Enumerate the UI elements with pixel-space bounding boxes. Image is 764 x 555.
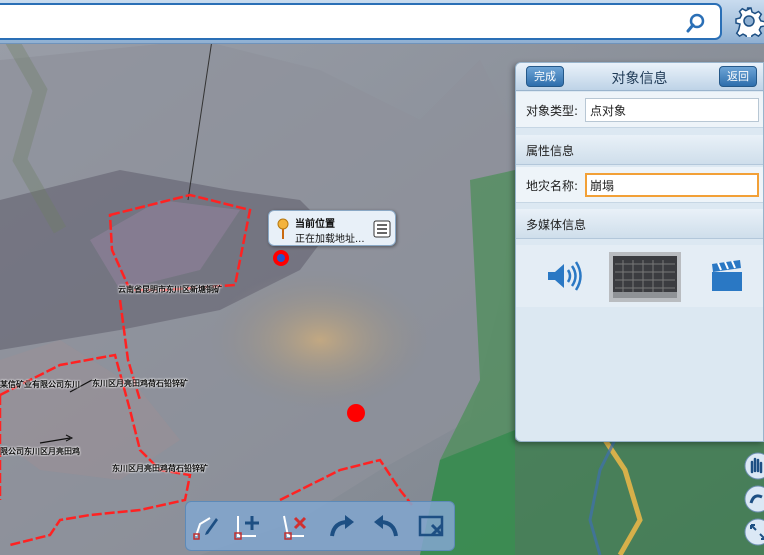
list-detail-icon[interactable] [373,220,391,238]
search-box[interactable] [0,3,722,40]
panel-header: 完成 对象信息 返回 [516,63,763,91]
map-label-mine-2: 某信矿业有限公司东川 [0,380,80,389]
search-icon[interactable] [684,11,708,35]
hazard-name-input[interactable]: 崩塌 [585,173,759,197]
map-label-mine-4: 东川区月亮田鸡荷石铅锌矿 [112,464,208,473]
back-button[interactable]: 返回 [719,66,757,87]
callout-subtitle: 正在加载地址... [295,234,365,245]
current-location-callout[interactable]: 当前位置 正在加载地址... [268,210,396,246]
map-label-mine-5: 限公司东川区月亮田鸡 [0,447,80,456]
top-bar [0,0,764,44]
media-section-label: 多媒体信息 [526,218,587,232]
object-type-field[interactable]: 点对象 [585,98,759,122]
map-label-mine-3: 东川区月亮田鸡荷石铅锌矿 [92,379,188,388]
photo-thumbnail[interactable] [609,252,681,302]
attributes-section-header: 属性信息 [516,135,763,165]
object-type-label: 对象类型: [526,104,579,118]
hazard-name-row: 地灾名称: 崩塌 [516,167,763,203]
object-type-row: 对象类型: 点对象 [516,92,763,128]
speaker-icon[interactable] [546,261,584,291]
gear-icon[interactable] [733,5,764,37]
hand-pan-alt-icon[interactable] [744,485,764,513]
map-label-mine-1: 云南省昆明市东川区新塘铜矿 [118,285,222,294]
clear-icon[interactable] [416,510,448,542]
hazard-name-label: 地灾名称: [526,179,579,193]
fullscreen-icon[interactable] [744,518,764,546]
object-info-panel: 完成 对象信息 返回 对象类型: 点对象 属性信息 地灾名称: 崩塌 多媒体信息 [515,62,764,442]
media-section-header: 多媒体信息 [516,209,763,239]
callout-title: 当前位置 [295,219,335,230]
search-input[interactable] [8,11,668,33]
redo-icon[interactable] [326,510,358,542]
undo-icon[interactable] [370,510,402,542]
edit-toolbar [185,501,455,551]
edit-point-icon[interactable] [190,510,222,542]
add-point-icon[interactable] [232,510,264,542]
video-clapper-icon[interactable] [710,259,744,293]
media-strip [516,245,763,307]
delete-point-icon[interactable] [278,510,310,542]
location-pin-icon [277,218,289,239]
hand-pan-icon[interactable] [744,452,764,480]
attributes-section-label: 属性信息 [526,144,575,158]
